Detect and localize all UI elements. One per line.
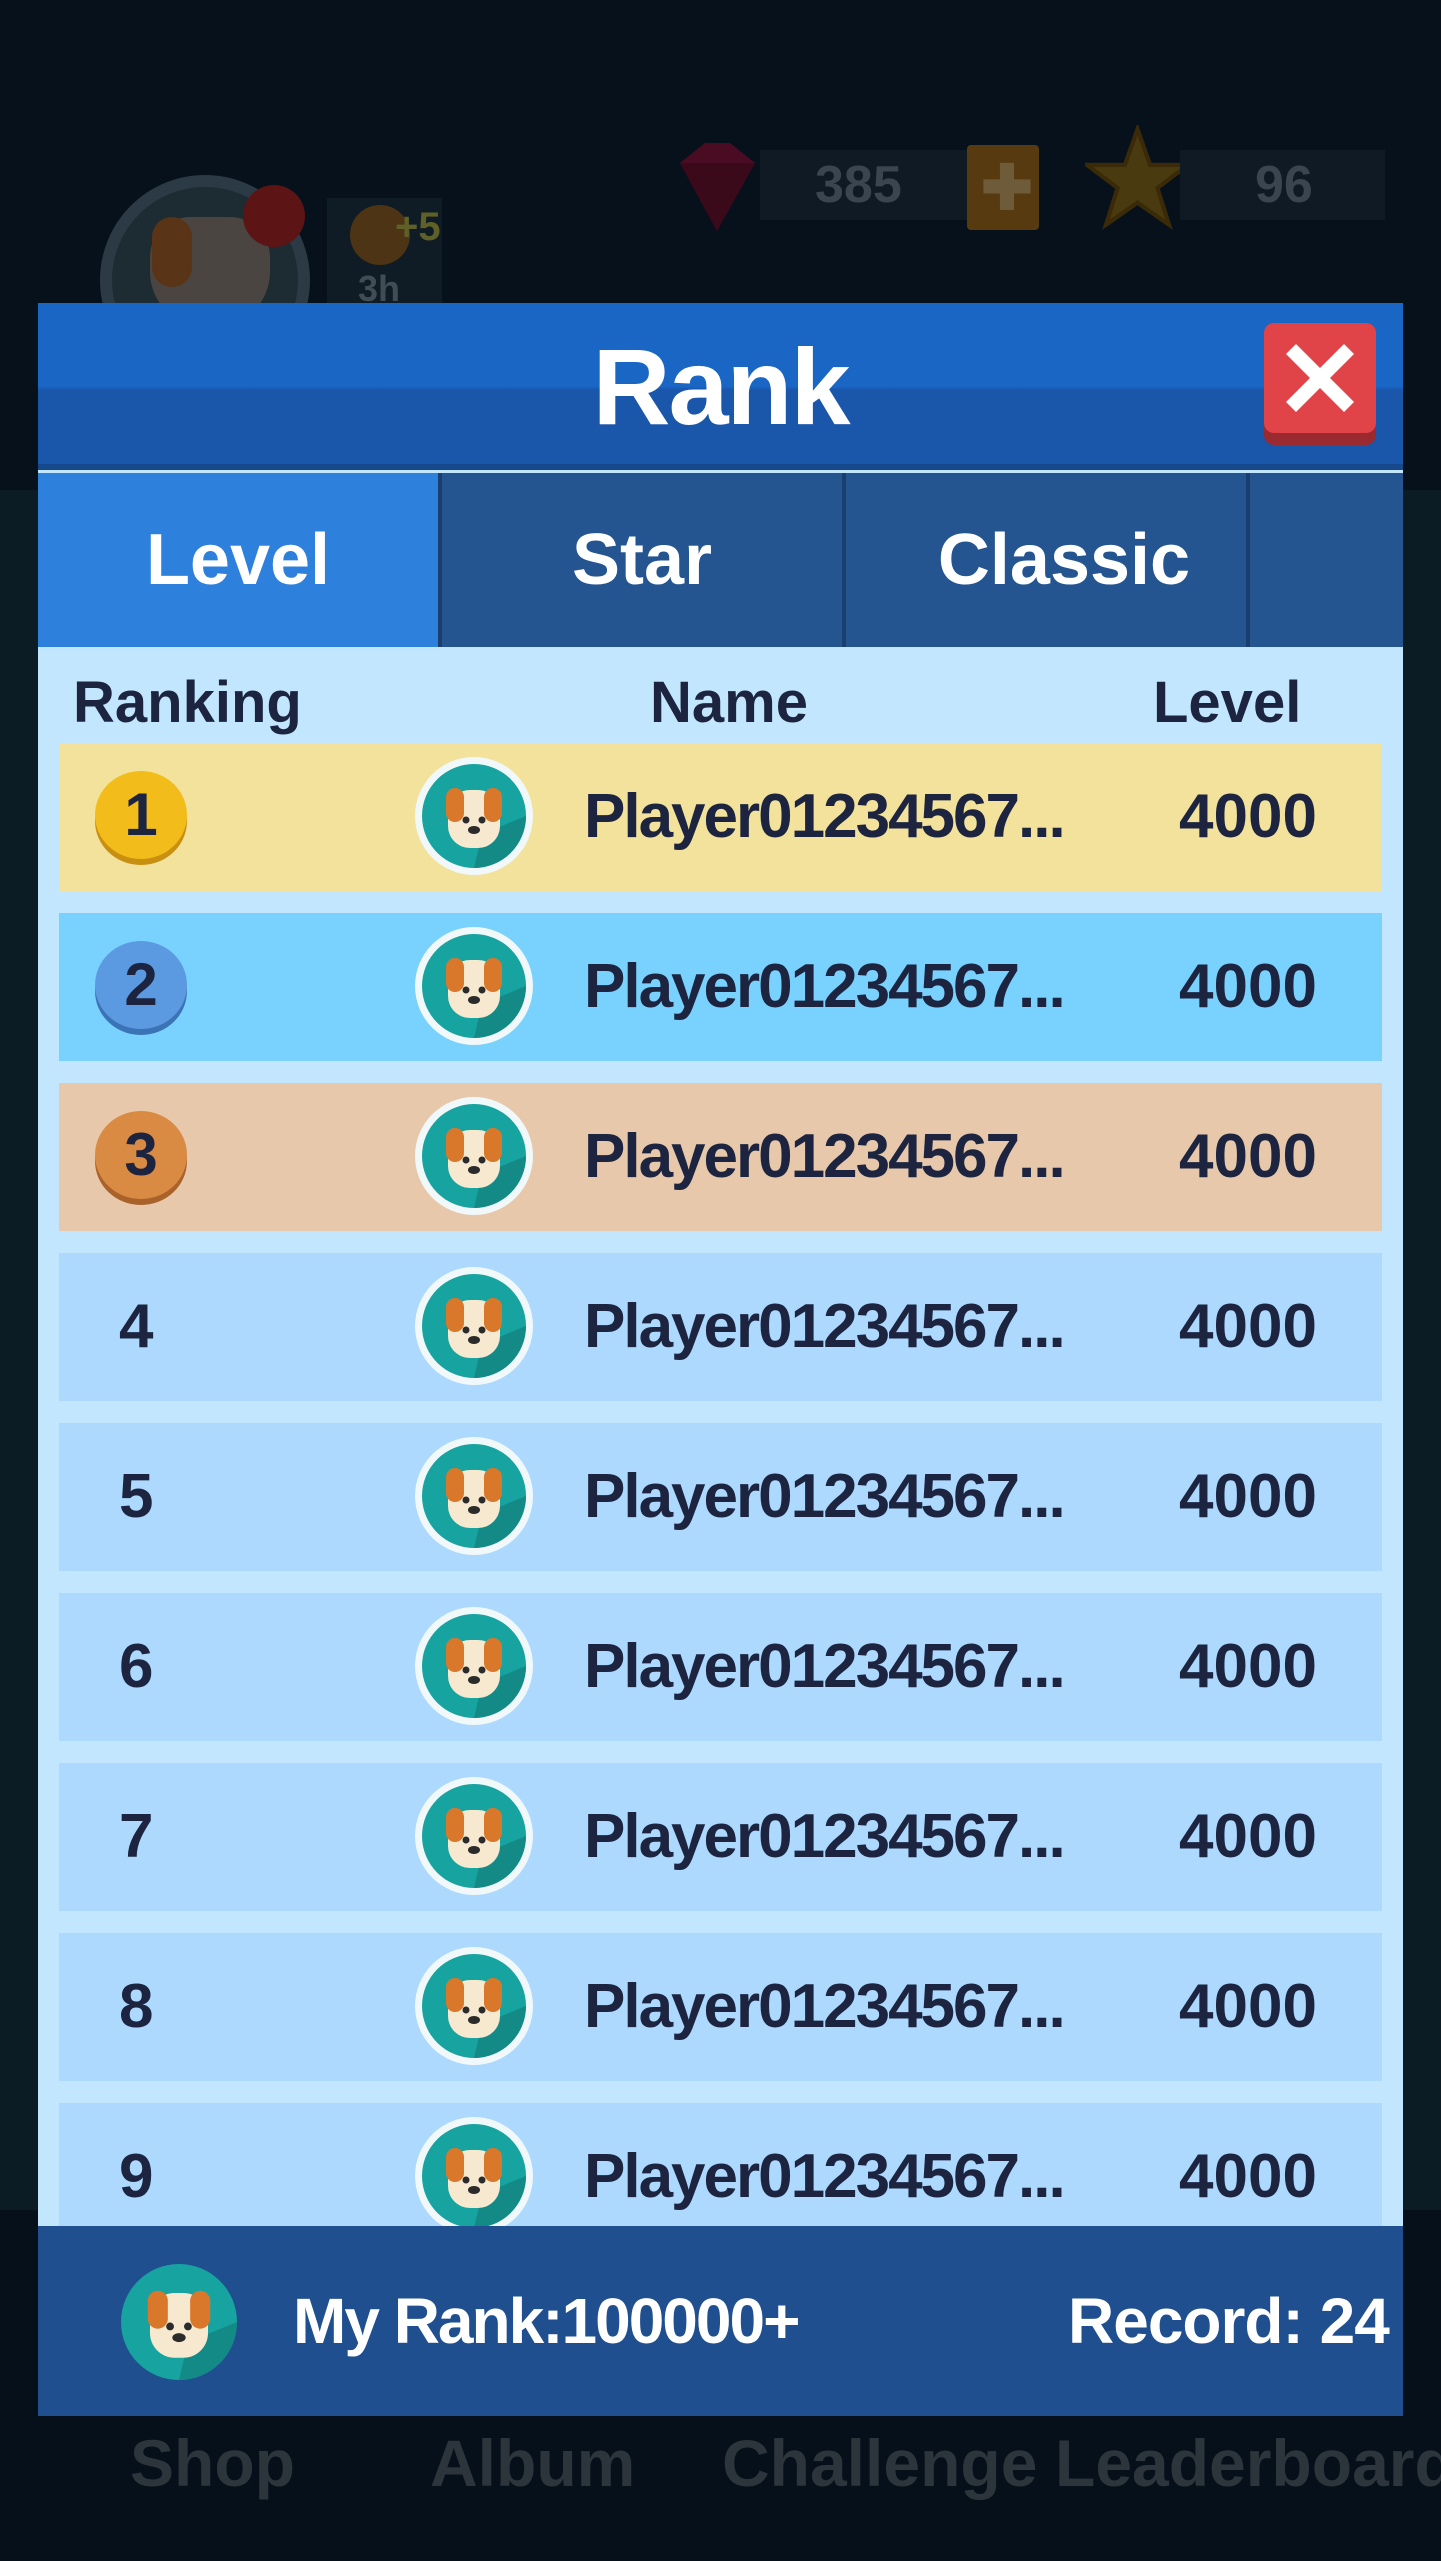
- player-avatar-icon: [415, 1947, 533, 2065]
- player-name: Player01234567...: [584, 1462, 1066, 1531]
- column-header-name: Name: [650, 670, 808, 735]
- player-avatar-icon: [415, 1097, 533, 1215]
- player-name: Player01234567...: [584, 1972, 1066, 2041]
- tab-classic[interactable]: Classic: [846, 473, 1282, 647]
- player-name: Player01234567...: [584, 1632, 1066, 1701]
- rank-number: 5: [119, 1462, 154, 1531]
- player-avatar-icon: [415, 1777, 533, 1895]
- column-header-ranking: Ranking: [73, 670, 302, 735]
- ranking-row[interactable]: 4 Player01234567... 4000: [59, 1253, 1382, 1401]
- close-button[interactable]: [1264, 323, 1376, 445]
- player-avatar-icon: [415, 1607, 533, 1725]
- player-avatar-icon: [415, 1267, 533, 1385]
- tab-level[interactable]: Level: [38, 473, 438, 647]
- my-avatar-icon: [121, 2264, 237, 2380]
- player-avatar-icon: [415, 2117, 533, 2235]
- ranking-row[interactable]: 3 Player01234567... 4000: [59, 1083, 1382, 1231]
- player-level: 4000: [1179, 1292, 1317, 1361]
- nav-challenge: Challenge: [722, 2426, 1038, 2500]
- player-level: 4000: [1179, 1122, 1317, 1191]
- ranking-row[interactable]: 2 Player01234567... 4000: [59, 913, 1382, 1061]
- player-level: 4000: [1179, 1462, 1317, 1531]
- player-avatar-icon: [415, 927, 533, 1045]
- ranking-list[interactable]: 1 Player01234567... 4000 2 Player0123456…: [38, 743, 1403, 2416]
- avatar-ear: [152, 217, 192, 287]
- ranking-row[interactable]: 6 Player01234567... 4000: [59, 1593, 1382, 1741]
- player-level: 4000: [1179, 952, 1317, 1021]
- add-gems-button: ✚: [967, 145, 1039, 230]
- ranking-row[interactable]: 8 Player01234567... 4000: [59, 1933, 1382, 2081]
- player-avatar-icon: [415, 757, 533, 875]
- player-name: Player01234567...: [584, 1292, 1066, 1361]
- column-header-level: Level: [1153, 670, 1302, 735]
- my-rank-footer: My Rank:100000+ Record: 24: [38, 2226, 1403, 2416]
- player-name: Player01234567...: [584, 782, 1066, 851]
- gem-icon: [680, 143, 755, 231]
- player-level: 4000: [1179, 1632, 1317, 1701]
- my-rank-label: My Rank:100000+: [293, 2285, 800, 2357]
- tab-overflow[interactable]: [1250, 473, 1403, 647]
- rank-number: 6: [119, 1632, 154, 1701]
- gold-medal-icon: 1: [95, 771, 187, 865]
- player-name: Player01234567...: [584, 1122, 1066, 1191]
- star-icon: [1085, 125, 1190, 230]
- record-label: Record: 24: [1068, 2285, 1390, 2357]
- player-name: Player01234567...: [584, 1802, 1066, 1871]
- modal-title: Rank: [592, 326, 850, 447]
- notification-dot: [243, 185, 305, 247]
- tab-star[interactable]: Star: [442, 473, 842, 647]
- close-x-icon: [1286, 344, 1354, 412]
- player-level: 4000: [1179, 1972, 1317, 2041]
- plus-icon: ✚: [981, 154, 1033, 223]
- nav-shop: Shop: [130, 2426, 295, 2500]
- ranking-row[interactable]: 5 Player01234567... 4000: [59, 1423, 1382, 1571]
- player-level: 4000: [1179, 782, 1317, 851]
- player-avatar-icon: [415, 1437, 533, 1555]
- nav-album: Album: [430, 2426, 636, 2500]
- player-name: Player01234567...: [584, 952, 1066, 1021]
- ranking-row[interactable]: 1 Player01234567... 4000: [59, 743, 1382, 891]
- bronze-medal-icon: 3: [95, 1111, 187, 1205]
- star-count: 96: [1255, 156, 1313, 214]
- ranking-row[interactable]: 7 Player01234567... 4000: [59, 1763, 1382, 1911]
- rank-number: 4: [119, 1292, 154, 1361]
- player-level: 4000: [1179, 1802, 1317, 1871]
- bonus-plus-label: +5: [395, 205, 441, 249]
- rank-number: 8: [119, 1972, 154, 2041]
- rank-tabs: Level Star Classic: [38, 473, 1403, 647]
- gem-count: 385: [815, 156, 902, 214]
- rank-number: 7: [119, 1802, 154, 1871]
- nav-leaderboard: Leaderboard: [1055, 2426, 1441, 2500]
- rank-modal: Rank Level Star Classic Ranking Name Lev…: [38, 303, 1403, 2416]
- silver-medal-icon: 2: [95, 941, 187, 1035]
